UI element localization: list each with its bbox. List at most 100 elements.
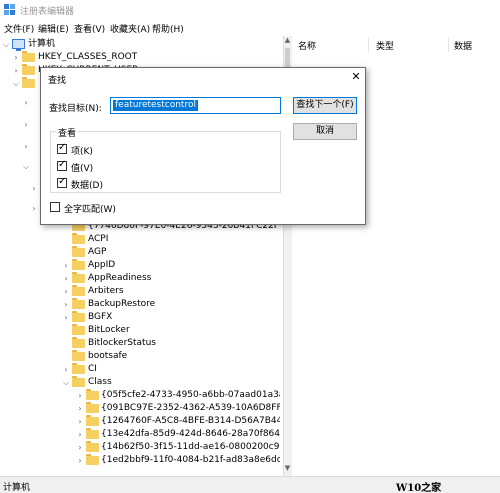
tree-item-label: ACPI — [88, 234, 109, 244]
tree-item[interactable]: bootsafe — [0, 350, 280, 363]
tree-item-hidden[interactable]: › — [0, 140, 40, 153]
menu-bar: 文件(F) 编辑(E) 查看(V) 收藏夹(A) 帮助(H) — [0, 20, 500, 36]
tree-item-label: CI — [88, 364, 97, 374]
match-whole-string-checkbox[interactable] — [50, 202, 60, 212]
chevron-right-icon[interactable]: › — [62, 259, 70, 272]
tree-root-label: 计算机 — [28, 39, 56, 49]
computer-icon — [12, 39, 25, 51]
folder-icon — [72, 259, 85, 270]
tree-item-label: {13e42dfa-85d9-424d-8646-28a70f864f9c} — [101, 429, 280, 439]
tree-item-hkcr[interactable]: › HKEY_CLASSES_ROOT — [0, 51, 280, 64]
tree-item[interactable]: › AppID — [0, 259, 280, 272]
tree-item[interactable]: BitlockerStatus — [0, 337, 280, 350]
tree-item-hidden[interactable]: ⌵ — [0, 77, 40, 90]
tree-item[interactable]: › {14b62f50-3f15-11dd-ae16-0800200c9a66} — [0, 441, 280, 454]
tree-item-hidden[interactable]: › — [0, 96, 40, 109]
find-target-value: featuretestcontrol — [113, 100, 198, 111]
keys-checkbox-label: 项(K) — [71, 147, 93, 157]
tree-item[interactable]: › Arbiters — [0, 285, 280, 298]
chevron-right-icon[interactable]: › — [12, 51, 20, 64]
column-divider[interactable] — [368, 38, 369, 52]
tree-item-hidden[interactable]: › — [0, 118, 40, 131]
tree-item[interactable]: › {091BC97E-2352-4362-A539-10A6D8FF7596} — [0, 402, 280, 415]
chevron-right-icon[interactable]: › — [12, 64, 20, 77]
folder-icon — [72, 376, 85, 387]
scroll-up-arrow-icon[interactable]: ▲ — [283, 36, 292, 46]
menu-edit[interactable]: 编辑(E) — [38, 22, 69, 35]
chevron-right-icon[interactable]: › — [76, 389, 84, 402]
tree-root[interactable]: ⌵ 计算机 — [0, 38, 280, 51]
chevron-right-icon[interactable]: › — [62, 298, 70, 311]
tree-item[interactable]: › BGFX — [0, 311, 280, 324]
tree-item[interactable]: › {05f5cfe2-4733-4950-a6bb-07aad01a3a84} — [0, 389, 280, 402]
tree-item-label: AppReadiness — [88, 273, 152, 283]
cancel-button[interactable]: 取消 — [293, 123, 357, 140]
menu-view[interactable]: 查看(V) — [74, 22, 105, 35]
chevron-down-icon[interactable]: ⌵ — [62, 376, 70, 389]
tree-item[interactable]: › AppReadiness — [0, 272, 280, 285]
keys-checkbox[interactable] — [57, 142, 67, 154]
look-at-group: 查看 项(K) 值(V) 数据(D) — [50, 126, 281, 193]
chevron-right-icon[interactable]: › — [62, 272, 70, 285]
chevron-right-icon[interactable]: › — [22, 96, 30, 109]
chevron-right-icon[interactable]: › — [76, 402, 84, 415]
tree-item[interactable]: BitLocker — [0, 324, 280, 337]
column-divider[interactable] — [448, 38, 449, 52]
tree-item-label: Arbiters — [88, 286, 124, 296]
chevron-right-icon[interactable]: › — [76, 415, 84, 428]
chevron-right-icon[interactable]: › — [62, 285, 70, 298]
folder-icon — [86, 402, 99, 413]
column-header-data[interactable]: 数据 — [454, 39, 472, 52]
tree-item-label: BackupRestore — [88, 299, 156, 309]
tree-item-hidden[interactable]: ⌵ — [0, 160, 40, 173]
values-checkbox[interactable] — [57, 159, 67, 171]
scroll-down-arrow-icon[interactable]: ▼ — [283, 464, 292, 474]
tree-item-label: {1ed2bbf9-11f0-4084-b21f-ad83a8e6dcdc} — [101, 455, 280, 465]
chevron-right-icon[interactable]: › — [22, 140, 30, 153]
watermark-logo: W10之家 W10ZJ.com — [396, 483, 442, 493]
tree-item-hidden[interactable]: › — [0, 182, 40, 195]
folder-icon — [86, 389, 99, 400]
tree-item-hidden[interactable]: › — [0, 202, 40, 215]
tree-item-label: BGFX — [88, 312, 113, 322]
find-next-button[interactable]: 查找下一个(F) — [293, 97, 357, 114]
chevron-down-icon[interactable]: ⌵ — [22, 160, 30, 173]
folder-icon — [72, 298, 85, 309]
chevron-right-icon[interactable]: › — [76, 454, 84, 467]
tree-item-label: BitlockerStatus — [88, 338, 156, 348]
tree-item[interactable]: › {13e42dfa-85d9-424d-8646-28a70f864f9c} — [0, 428, 280, 441]
chevron-right-icon[interactable]: › — [30, 182, 38, 195]
tree-item[interactable]: › {1264760F-A5C8-4BFE-B314-D56A7B44A362} — [0, 415, 280, 428]
column-header-type[interactable]: 类型 — [376, 39, 394, 52]
chevron-right-icon[interactable]: › — [76, 441, 84, 454]
close-icon[interactable]: ✕ — [349, 70, 363, 84]
chevron-right-icon[interactable]: › — [76, 428, 84, 441]
folder-icon — [72, 324, 85, 335]
find-target-input[interactable]: featuretestcontrol — [110, 97, 281, 114]
chevron-down-icon[interactable]: ⌵ — [12, 77, 20, 90]
tree-item[interactable]: ACPI — [0, 233, 280, 246]
chevron-right-icon[interactable]: › — [30, 202, 38, 215]
status-bar: 计算机 W10之家 W10ZJ.com — [0, 476, 500, 493]
chevron-right-icon[interactable]: › — [62, 311, 70, 324]
folder-icon — [22, 77, 35, 88]
folder-icon — [72, 311, 85, 322]
tree-item-label: AGP — [88, 247, 107, 257]
menu-file[interactable]: 文件(F) — [4, 22, 34, 35]
folder-icon — [22, 51, 35, 62]
data-checkbox[interactable] — [57, 176, 67, 188]
menu-help[interactable]: 帮助(H) — [152, 22, 184, 35]
menu-favorites[interactable]: 收藏夹(A) — [110, 22, 150, 35]
tree-item[interactable]: › BackupRestore — [0, 298, 280, 311]
status-path: 计算机 — [3, 483, 31, 493]
tree-item[interactable]: › CI — [0, 363, 280, 376]
tree-item[interactable]: AGP — [0, 246, 280, 259]
chevron-right-icon[interactable]: › — [62, 363, 70, 376]
column-header-name[interactable]: 名称 — [298, 39, 316, 52]
folder-icon — [72, 246, 85, 257]
tree-item-class[interactable]: ⌵ Class — [0, 376, 280, 389]
tree-item[interactable]: › {1ed2bbf9-11f0-4084-b21f-ad83a8e6dcdc} — [0, 454, 280, 467]
chevron-down-icon[interactable]: ⌵ — [2, 38, 10, 51]
chevron-right-icon[interactable]: › — [22, 118, 30, 131]
data-checkbox-label: 数据(D) — [71, 181, 103, 191]
